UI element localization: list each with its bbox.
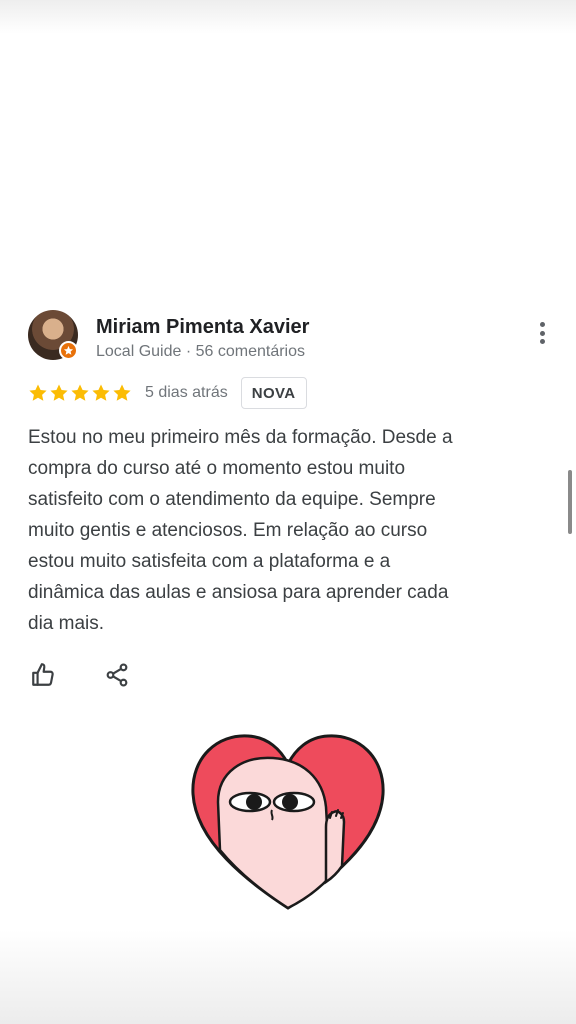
review-text: Estou no meu primeiro mês da formação. D… bbox=[28, 427, 453, 634]
reviewer-meta: Local Guide · 56 comentários bbox=[96, 343, 305, 360]
rating-row: 5 dias atrás NOVA bbox=[28, 376, 307, 410]
star-icon bbox=[50, 384, 68, 401]
avatar[interactable] bbox=[28, 310, 78, 360]
more-options-icon[interactable] bbox=[532, 318, 552, 348]
local-guide-badge-icon bbox=[59, 341, 78, 360]
reviewer-name[interactable]: Miriam Pimenta Xavier bbox=[96, 316, 309, 339]
share-icon bbox=[106, 663, 128, 687]
review-date: 5 dias atrás bbox=[145, 384, 228, 401]
share-button[interactable] bbox=[102, 660, 132, 690]
star-icon bbox=[92, 384, 110, 401]
heart-character-sticker bbox=[188, 732, 388, 912]
scrollbar[interactable] bbox=[568, 470, 572, 534]
star-icon bbox=[113, 384, 131, 401]
star-icon bbox=[71, 384, 89, 401]
star-rating bbox=[28, 383, 133, 403]
like-button[interactable] bbox=[28, 660, 58, 690]
thumbs-up-icon bbox=[32, 663, 54, 686]
bottom-fade bbox=[0, 930, 576, 1024]
review-actions bbox=[28, 660, 132, 690]
top-fade bbox=[0, 0, 576, 34]
new-badge: NOVA bbox=[240, 377, 307, 409]
star-icon bbox=[29, 384, 47, 401]
